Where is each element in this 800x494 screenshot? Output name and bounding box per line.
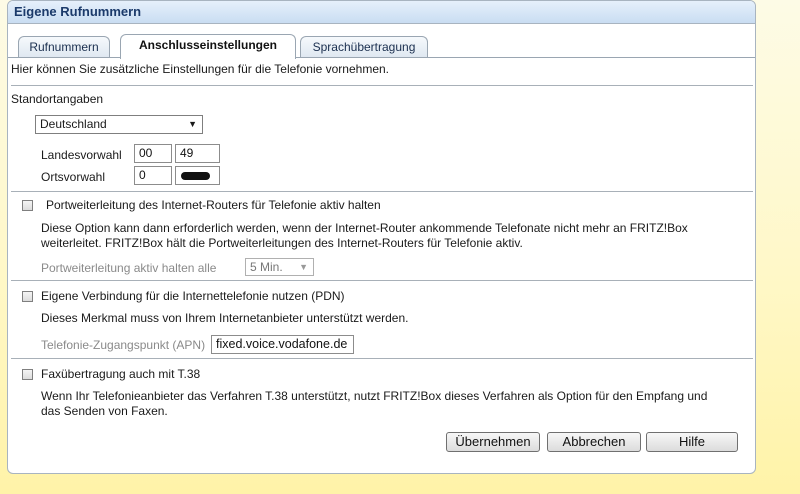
country-select-value: Deutschland: [40, 117, 107, 131]
landesvorwahl-label: Landesvorwahl: [41, 148, 122, 162]
location-heading: Standortangaben: [11, 92, 104, 106]
redacted-area-code: [181, 172, 210, 180]
apn-label: Telefonie-Zugangspunkt (APN): [41, 338, 206, 352]
intro-text: Hier können Sie zusätzliche Einstellunge…: [11, 62, 390, 76]
interval-select-value: 5 Min.: [250, 260, 283, 274]
cancel-button[interactable]: Abbrechen: [547, 432, 641, 452]
portforwarding-interval-select[interactable]: 5 Min. ▼: [245, 258, 314, 276]
divider: [11, 280, 753, 281]
divider: [11, 191, 753, 192]
settings-panel: Eigene Rufnummern Rufnummern Anschlussei…: [7, 0, 756, 474]
portforwarding-label: Portweiterleitung des Internet-Routers f…: [46, 198, 381, 212]
country-select[interactable]: Deutschland ▼: [35, 115, 203, 134]
ortsvorwahl-label: Ortsvorwahl: [41, 170, 106, 184]
portforwarding-description-2: weiterleitet. FRITZ!Box hält die Portwei…: [41, 236, 523, 250]
tab-sprachuebertragung[interactable]: Sprachübertragung: [300, 36, 428, 57]
fax-description-1: Wenn Ihr Telefonieanbieter das Verfahren…: [41, 389, 708, 403]
fax-label: Faxübertragung auch mit T.38: [41, 367, 201, 381]
apn-input[interactable]: fixed.voice.vodafone.de: [211, 335, 354, 354]
fax-description-2: das Senden von Faxen.: [41, 404, 168, 418]
pdn-label: Eigene Verbindung für die Internettelefo…: [41, 289, 345, 303]
chevron-down-icon: ▼: [299, 262, 308, 272]
portforwarding-interval-label: Portweiterleitung aktiv halten alle: [41, 261, 217, 275]
portforwarding-description-1: Diese Option kann dann erforderlich werd…: [41, 221, 688, 235]
panel-title: Eigene Rufnummern: [8, 1, 755, 24]
pdn-checkbox[interactable]: [22, 291, 33, 302]
portforwarding-checkbox[interactable]: [22, 200, 33, 211]
divider: [11, 85, 753, 86]
landesvorwahl-input[interactable]: 49: [175, 144, 220, 163]
ortsvorwahl-prefix: 0: [134, 166, 172, 185]
apply-button[interactable]: Übernehmen: [446, 432, 540, 452]
pdn-description: Dieses Merkmal muss von Ihrem Internetan…: [41, 311, 409, 325]
tab-bar: Rufnummern Anschlusseinstellungen Sprach…: [8, 34, 755, 59]
chevron-down-icon: ▼: [188, 119, 197, 129]
ortsvorwahl-input[interactable]: [175, 166, 220, 185]
landesvorwahl-prefix: 00: [134, 144, 172, 163]
tab-rufnummern[interactable]: Rufnummern: [18, 36, 110, 57]
fax-checkbox[interactable]: [22, 369, 33, 380]
tab-anschlusseinstellungen[interactable]: Anschlusseinstellungen: [120, 34, 296, 59]
help-button[interactable]: Hilfe: [646, 432, 738, 452]
divider: [11, 358, 753, 359]
